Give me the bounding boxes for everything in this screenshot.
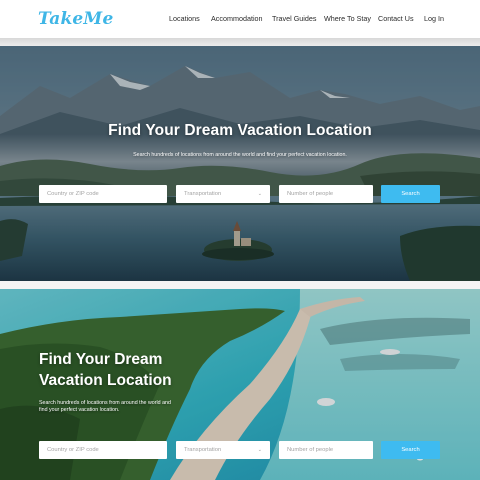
people-field[interactable] [279, 185, 373, 203]
nav-item-travel-guides[interactable]: Travel Guides [272, 14, 316, 23]
people-input[interactable] [287, 447, 365, 453]
hero-section-beach: Find Your Dream Vacation Location Search… [0, 289, 480, 480]
chevron-down-icon: ⌄ [257, 447, 262, 453]
nav-item-accommodation[interactable]: Accommodation [211, 14, 263, 23]
hero-bottom-subtitle: Search hundreds of locations from around… [39, 400, 171, 413]
transportation-select[interactable]: Transportation ⌄ [176, 185, 270, 203]
hero-top-title: Find Your Dream Vacation Location [108, 122, 372, 139]
nav-item-locations[interactable]: Locations [169, 14, 200, 23]
top-navigation-bar: TakeMe Locations Accommodation Travel Gu… [0, 0, 480, 38]
transportation-select[interactable]: Transportation ⌄ [176, 441, 270, 459]
section-divider [0, 281, 480, 289]
nav-item-log-in[interactable]: Log In [424, 14, 444, 23]
hero-top-subtitle: Search hundreds of locations from around… [133, 152, 347, 158]
people-input[interactable] [287, 191, 365, 197]
hero-bottom-search-form: Transportation ⌄ Search [0, 441, 480, 459]
location-field[interactable] [39, 441, 167, 459]
main-nav: Locations Accommodation Travel Guides Wh… [0, 0, 480, 38]
mountain-lake-background-image [0, 46, 480, 281]
location-input[interactable] [47, 447, 159, 453]
header-shadow-divider [0, 38, 480, 46]
transportation-select-value: Transportation [184, 447, 222, 453]
transportation-select-value: Transportation [184, 191, 222, 197]
people-field[interactable] [279, 441, 373, 459]
hero-bottom-title: Find Your Dream Vacation Location [39, 351, 172, 389]
location-field[interactable] [39, 185, 167, 203]
nav-item-where-to-stay[interactable]: Where To Stay [324, 14, 371, 23]
location-input[interactable] [47, 191, 159, 197]
search-button[interactable]: Search [381, 441, 440, 459]
hero-section-mountain-lake: Find Your Dream Vacation Location Search… [0, 46, 480, 281]
search-button[interactable]: Search [381, 185, 440, 203]
hero-top-search-form: Transportation ⌄ Search [0, 185, 480, 203]
nav-item-contact-us[interactable]: Contact Us [378, 14, 414, 23]
chevron-down-icon: ⌄ [257, 191, 262, 197]
